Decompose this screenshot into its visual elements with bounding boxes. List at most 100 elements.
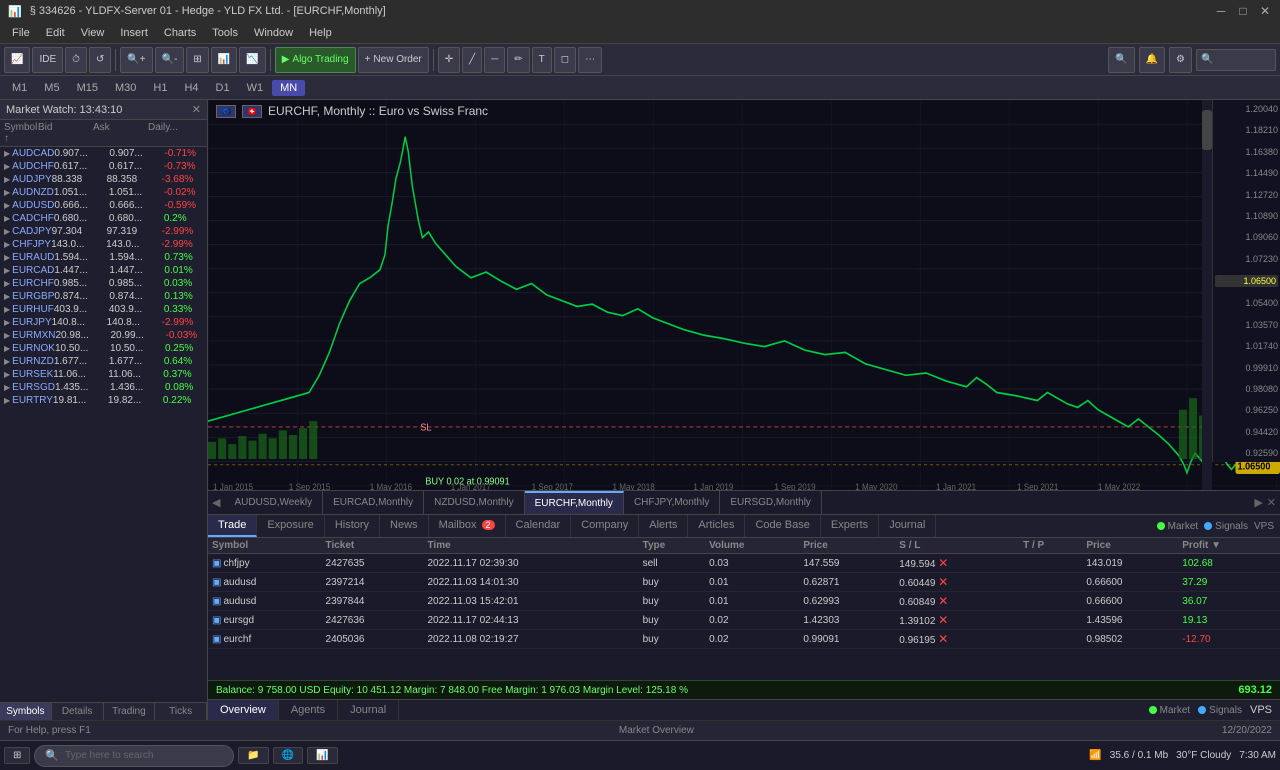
menu-view[interactable]: View — [73, 25, 113, 41]
tab-alerts[interactable]: Alerts — [639, 515, 688, 537]
market-watch-row[interactable]: ▶EURAUD 1.594... 1.594... 0.73% — [0, 251, 207, 264]
chart-tab-eursgd[interactable]: EURSGD,Monthly — [720, 491, 822, 514]
market-watch-row[interactable]: ▶EURSGD 1.435... 1.436... 0.08% — [0, 381, 207, 394]
trade-table[interactable]: Symbol Ticket Time Type Volume Price S /… — [208, 538, 1280, 680]
chart-area[interactable]: 🇪🇺 🇨🇭 EURCHF, Monthly :: Euro vs Swiss F… — [208, 100, 1280, 490]
start-button[interactable]: ⊞ — [4, 747, 30, 764]
sl-close[interactable]: ✕ — [938, 575, 948, 589]
col-tp[interactable]: T / P — [1019, 538, 1082, 554]
indicators-button[interactable]: 📉 — [239, 47, 265, 73]
chart-type-button[interactable]: 📊 — [211, 47, 237, 73]
table-row[interactable]: ▣chfjpy 2427635 2022.11.17 02:39:30 sell… — [208, 554, 1280, 573]
tab-mailbox[interactable]: Mailbox 2 — [429, 515, 506, 537]
symbol-search[interactable]: 🔍 — [1196, 49, 1276, 71]
menu-file[interactable]: File — [4, 25, 38, 41]
col-ticket[interactable]: Ticket — [322, 538, 424, 554]
tab-journal[interactable]: Journal — [879, 515, 936, 537]
ide-button[interactable]: IDE — [32, 47, 63, 73]
chart-tab-next[interactable]: ▶ — [1254, 496, 1262, 509]
title-bar-controls[interactable]: ─ □ ✕ — [1214, 4, 1272, 18]
chart-tab-eurcad[interactable]: EURCAD,Monthly — [323, 491, 424, 514]
text-button[interactable]: T — [532, 47, 552, 73]
tab-news[interactable]: News — [380, 515, 429, 537]
market-watch-row[interactable]: ▶EURJPY 140.8... 140.8... -2.99% — [0, 316, 207, 329]
sl-close[interactable]: ✕ — [938, 632, 948, 646]
col-volume[interactable]: Volume — [705, 538, 799, 554]
zoom-out-button[interactable]: 🔍- — [155, 47, 185, 73]
tab-exposure[interactable]: Exposure — [257, 515, 324, 537]
chart-scrollbar[interactable] — [1202, 100, 1212, 490]
market-watch-row[interactable]: ▶CADCHF 0.680... 0.680... 0.2% — [0, 212, 207, 225]
tab-calendar[interactable]: Calendar — [506, 515, 572, 537]
table-row[interactable]: ▣audusd 2397844 2022.11.03 15:42:01 buy … — [208, 592, 1280, 611]
market-watch-row[interactable]: ▶EURTRY 19.81... 19.82... 0.22% — [0, 394, 207, 407]
settings-button[interactable]: ⚙ — [1169, 47, 1192, 73]
new-order-button[interactable]: + New Order — [358, 47, 429, 73]
sl-close[interactable]: ✕ — [938, 594, 948, 608]
tf-h4[interactable]: H4 — [176, 80, 206, 96]
sl-close[interactable]: ✕ — [938, 556, 948, 570]
market-watch-row[interactable]: ▶EURMXN 20.98... 20.99... -0.03% — [0, 329, 207, 342]
menu-charts[interactable]: Charts — [156, 25, 204, 41]
col-time[interactable]: Time — [424, 538, 639, 554]
mw-tab-symbols[interactable]: Symbols — [0, 703, 52, 720]
tf-mn[interactable]: MN — [272, 80, 305, 96]
refresh-button[interactable]: ↺ — [89, 47, 111, 73]
minimize-button[interactable]: ─ — [1214, 4, 1228, 18]
market-watch-row[interactable]: ▶AUDCAD 0.907... 0.907... -0.71% — [0, 147, 207, 160]
tab-history[interactable]: History — [325, 515, 380, 537]
maximize-button[interactable]: □ — [1236, 4, 1250, 18]
market-watch-row[interactable]: ▶AUDUSD 0.666... 0.666... -0.59% — [0, 199, 207, 212]
market-watch-row[interactable]: ▶AUDNZD 1.051... 1.051... -0.02% — [0, 186, 207, 199]
new-chart-button[interactable]: 📈 — [4, 47, 30, 73]
auto-scroll-button[interactable]: ⊞ — [186, 47, 208, 73]
chart-tab-eurchf[interactable]: EURCHF,Monthly — [525, 491, 624, 514]
col-type[interactable]: Type — [639, 538, 705, 554]
algo-trading-button[interactable]: ▶ Algo Trading — [275, 47, 356, 73]
close-market-watch[interactable]: ✕ — [192, 103, 201, 116]
more-button[interactable]: ⋯ — [578, 47, 602, 73]
menu-tools[interactable]: Tools — [204, 25, 246, 41]
market-watch-row[interactable]: ▶EURHUF 403.9... 403.9... 0.33% — [0, 303, 207, 316]
chart-tab-chfjpy[interactable]: CHFJPY,Monthly — [624, 491, 720, 514]
shapes-button[interactable]: ◻ — [554, 47, 576, 73]
menu-window[interactable]: Window — [246, 25, 301, 41]
menu-help[interactable]: Help — [301, 25, 340, 41]
tab-experts[interactable]: Experts — [821, 515, 879, 537]
market-watch-row[interactable]: ▶CHFJPY 143.0... 143.0... -2.99% — [0, 238, 207, 251]
table-row[interactable]: ▣eurchf 2405036 2022.11.08 02:19:27 buy … — [208, 630, 1280, 649]
tab-trade[interactable]: Trade — [208, 515, 257, 537]
market-watch-row[interactable]: ▶CADJPY 97.304 97.319 -2.99% — [0, 225, 207, 238]
close-button[interactable]: ✕ — [1258, 4, 1272, 18]
sl-close[interactable]: ✕ — [938, 613, 948, 627]
market-watch-row[interactable]: ▶EURNOK 10.50... 10.50... 0.25% — [0, 342, 207, 355]
market-watch-row[interactable]: ▶EURGBP 0.874... 0.874... 0.13% — [0, 290, 207, 303]
tf-m5[interactable]: M5 — [36, 80, 67, 96]
sub-tab-agents[interactable]: Agents — [279, 700, 338, 720]
col-profit[interactable]: Profit ▼ — [1178, 538, 1280, 554]
search-box[interactable]: 🔍 Type here to search — [34, 745, 234, 767]
mw-tab-trading[interactable]: Trading — [104, 703, 156, 720]
col-symbol[interactable]: Symbol — [208, 538, 322, 554]
tab-articles[interactable]: Articles — [688, 515, 745, 537]
timer-button[interactable]: ⏱ — [65, 47, 87, 73]
tf-m1[interactable]: M1 — [4, 80, 35, 96]
market-watch-list[interactable]: ▶AUDCAD 0.907... 0.907... -0.71% ▶AUDCHF… — [0, 147, 207, 702]
task-chrome[interactable]: 🌐 — [273, 747, 303, 764]
chart-tab-audusd[interactable]: AUDUSD,Weekly — [224, 491, 323, 514]
hline-button[interactable]: ─ — [484, 47, 505, 73]
search-button[interactable]: 🔍 — [1108, 47, 1134, 73]
tf-m30[interactable]: M30 — [107, 80, 144, 96]
col-sl[interactable]: S / L — [895, 538, 1019, 554]
zoom-in-button[interactable]: 🔍+ — [120, 47, 152, 73]
tf-w1[interactable]: W1 — [239, 80, 272, 96]
table-row[interactable]: ▣audusd 2397214 2022.11.03 14:01:30 buy … — [208, 573, 1280, 592]
col-price[interactable]: Price — [799, 538, 895, 554]
tf-m15[interactable]: M15 — [69, 80, 106, 96]
crosshair-button[interactable]: ✛ — [438, 47, 460, 73]
task-mt5[interactable]: 📊 — [307, 747, 337, 764]
chart-tab-close[interactable]: ✕ — [1267, 496, 1276, 509]
tab-codebase[interactable]: Code Base — [745, 515, 820, 537]
menu-edit[interactable]: Edit — [38, 25, 73, 41]
market-watch-row[interactable]: ▶EURCAD 1.447... 1.447... 0.01% — [0, 264, 207, 277]
